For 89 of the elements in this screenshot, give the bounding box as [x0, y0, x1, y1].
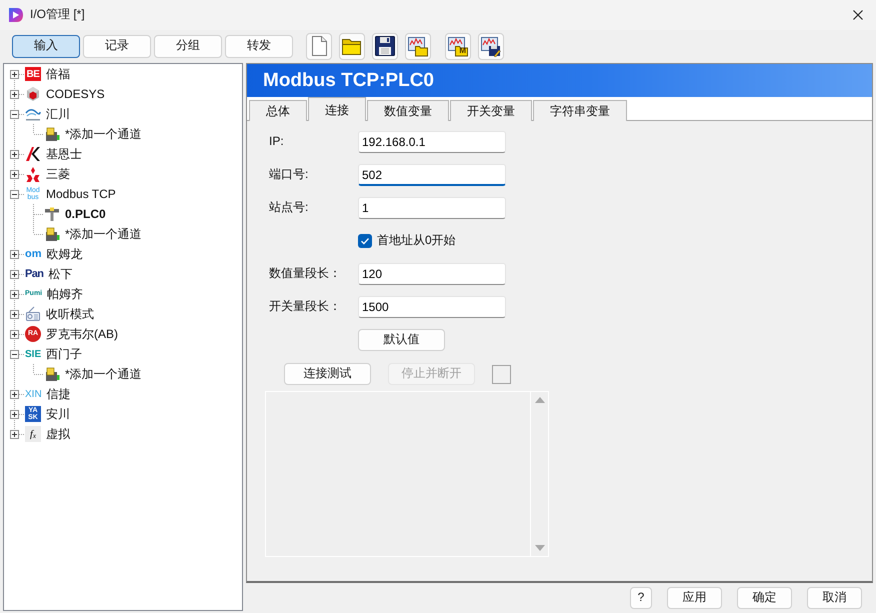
save-chart-button[interactable] [478, 32, 504, 60]
chart-folder-icon [447, 35, 469, 57]
tree-item[interactable]: 罗克韦尔(AB) [46, 326, 118, 342]
brand-logo: XIN [25, 388, 42, 402]
checkbox-label[interactable]: 首地址从0开始 [377, 233, 456, 249]
input-field[interactable]: 1 [358, 197, 506, 219]
plus-box-icon[interactable] [10, 290, 19, 298]
diamonds-icon [25, 166, 41, 182]
tab[interactable]: 总体 [249, 100, 307, 121]
dialog-button[interactable]: 应用 [667, 587, 722, 609]
tree-item[interactable]: *添加一个通道 [65, 126, 142, 142]
open-chart-button[interactable] [405, 32, 431, 60]
checkbox[interactable] [358, 234, 372, 248]
input-field[interactable]: 192.168.0.1 [358, 131, 506, 153]
tree-item[interactable]: 信捷 [46, 386, 71, 402]
brand-logo: SIE [25, 348, 42, 362]
mode-tab[interactable]: 记录 [83, 34, 151, 58]
tab[interactable]: 数值变量 [367, 100, 449, 121]
tree-item[interactable]: 松下 [48, 266, 72, 282]
field-label: IP: [269, 134, 284, 148]
input-field[interactable]: 1500 [358, 296, 506, 318]
brand-logo: f$_{x}$ [25, 426, 41, 442]
plus-box-icon[interactable] [10, 150, 19, 158]
field-label: 站点号: [269, 200, 308, 214]
dialog-button[interactable]: 取消 [807, 587, 862, 609]
plus-box-icon[interactable] [10, 90, 19, 98]
input-field[interactable]: 502 [358, 164, 506, 186]
plus-box-icon[interactable] [10, 330, 19, 338]
tree-item[interactable]: 0.PLC0 [65, 206, 106, 222]
tree-item[interactable]: 收听模式 [46, 306, 94, 322]
tree-item[interactable]: 虚拟 [46, 426, 70, 442]
tab[interactable]: 开关变量 [450, 100, 532, 121]
chart-floppy-icon [480, 35, 502, 57]
tree-item[interactable]: 倍福 [46, 66, 70, 82]
action-button[interactable]: 连接测试 [284, 363, 371, 385]
tree-item[interactable]: 汇川 [46, 106, 70, 122]
tree-item[interactable]: *添加一个通道 [65, 226, 142, 242]
field-label: 数值量段长： [269, 266, 341, 280]
tree-item[interactable]: 西门子 [46, 346, 82, 362]
default-button[interactable]: 默认值 [358, 329, 445, 351]
plus-box-icon[interactable] [10, 310, 19, 318]
plug-module-icon [44, 226, 60, 242]
t-connector-icon [44, 206, 60, 222]
mode-tab[interactable]: 输入 [12, 34, 80, 58]
close-icon[interactable] [853, 10, 863, 20]
plus-box-icon[interactable] [10, 430, 19, 438]
plus-box-icon[interactable] [10, 390, 19, 398]
minus-box-icon[interactable] [10, 110, 19, 118]
plus-box-icon[interactable] [10, 70, 19, 78]
panel-header: Modbus TCP:PLC0 [247, 64, 872, 97]
tree-item[interactable]: 基恩士 [46, 146, 82, 162]
save-button[interactable] [372, 32, 398, 60]
app-logo-icon [8, 7, 24, 23]
tab[interactable]: 连接 [308, 97, 366, 121]
wave-icon [25, 106, 41, 122]
tree-item[interactable]: 帕姆齐 [47, 286, 84, 302]
minus-box-icon[interactable] [10, 190, 19, 198]
plug-module-icon [44, 126, 60, 142]
window-title: I/O管理 [*] [30, 7, 85, 23]
new-file-button[interactable] [306, 32, 332, 60]
plus-box-icon[interactable] [10, 270, 19, 278]
open-button[interactable] [339, 32, 365, 60]
minus-box-icon[interactable] [10, 350, 19, 358]
mode-tab[interactable]: 分组 [154, 34, 222, 58]
triangle-chevron-icon [25, 146, 41, 162]
tab[interactable]: 字符串变量 [533, 100, 627, 121]
brand-logo: Pan [25, 266, 44, 282]
tree-item[interactable]: Modbus TCP [46, 186, 116, 202]
plus-box-icon[interactable] [10, 250, 19, 258]
tree-item[interactable]: CODESYS [46, 86, 105, 102]
brand-logo: om [25, 246, 42, 262]
plus-box-icon[interactable] [10, 170, 19, 178]
mode-tab[interactable]: 转发 [225, 34, 293, 58]
tree-item[interactable]: *添加一个通道 [65, 366, 142, 382]
input-field[interactable]: 120 [358, 263, 506, 285]
plus-box-icon[interactable] [10, 410, 19, 418]
field-label: 端口号: [269, 167, 308, 182]
dialog-button[interactable]: ? [630, 587, 652, 609]
radio-icon [25, 306, 41, 322]
tree-item[interactable]: 三菱 [46, 166, 70, 182]
dialog-button[interactable]: 确定 [737, 587, 792, 609]
status-indicator [492, 364, 511, 384]
tree-item[interactable]: 安川 [46, 406, 70, 422]
tree-item[interactable]: 欧姆龙 [46, 246, 82, 262]
chart-folder-icon [407, 35, 429, 57]
field-label: 开关量段长： [269, 299, 341, 314]
cube-icon [25, 86, 41, 102]
plug-module-icon [44, 366, 60, 382]
brand-logo: BE [25, 67, 41, 81]
